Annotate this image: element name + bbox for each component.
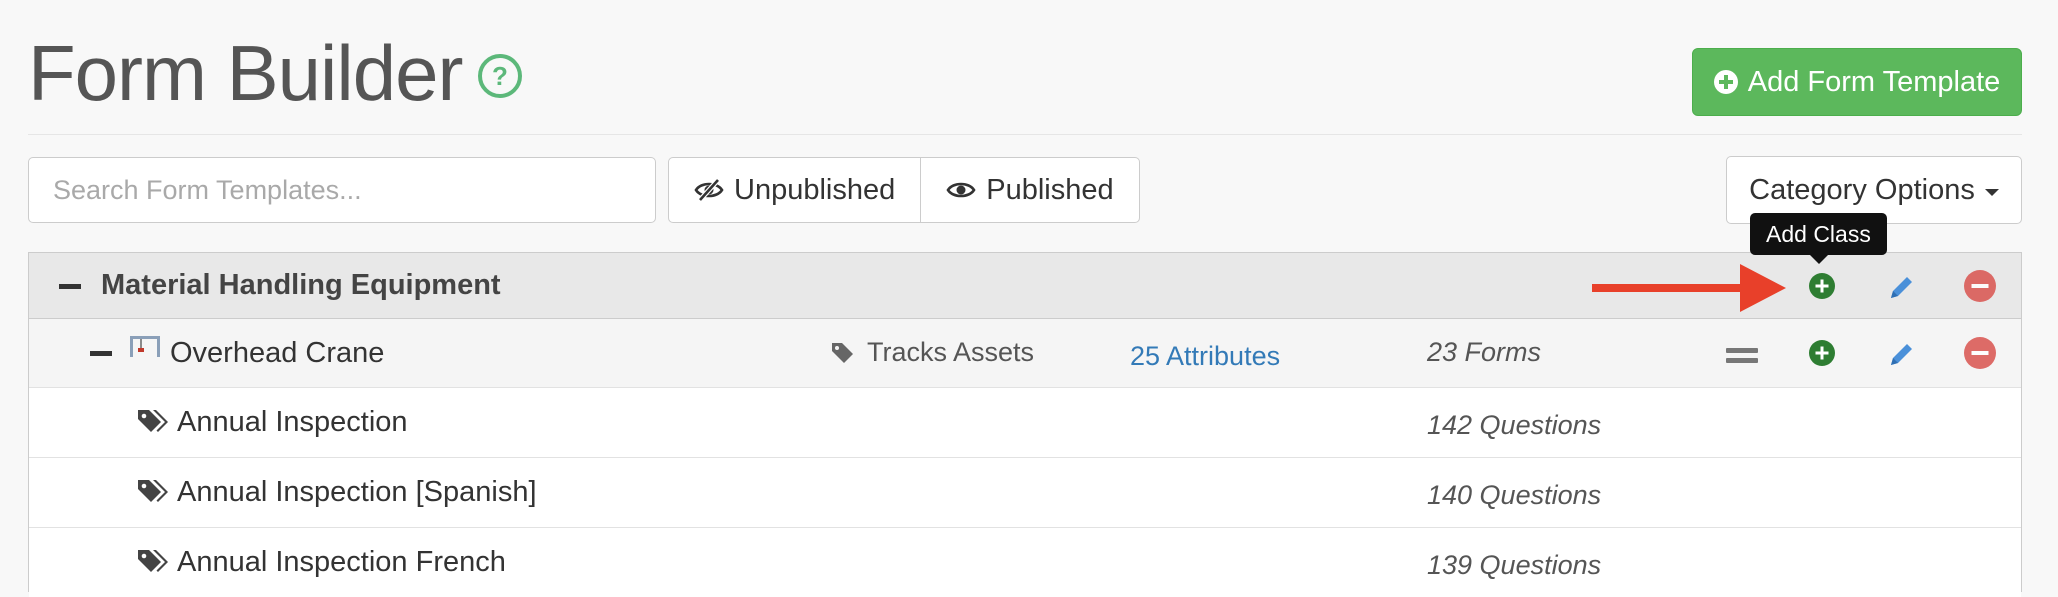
tooltip-arrow xyxy=(1810,255,1828,264)
class-row: Overhead Crane Tracks Assets 25 Attribut… xyxy=(29,319,2021,387)
pencil-icon[interactable] xyxy=(1887,272,1917,302)
drag-handle-icon[interactable] xyxy=(1726,348,1758,368)
tag-icon xyxy=(832,342,853,363)
filter-unpublished-label: Unpublished xyxy=(734,173,896,206)
publish-filter-group: Unpublished Published xyxy=(668,157,1140,223)
filter-published-button[interactable]: Published xyxy=(920,158,1138,222)
class-name: Overhead Crane xyxy=(170,337,385,369)
filter-unpublished-button[interactable]: Unpublished xyxy=(669,158,920,222)
plus-circle-icon xyxy=(1713,70,1738,94)
remove-class-icon[interactable] xyxy=(1964,337,1996,369)
caret-down-icon xyxy=(1984,188,1999,196)
tags-icon xyxy=(138,550,168,572)
remove-category-icon[interactable] xyxy=(1964,270,1996,302)
pencil-icon[interactable] xyxy=(1887,339,1917,369)
list-item[interactable]: Annual Inspection 142 Questions xyxy=(29,387,2021,457)
form-name: Annual Inspection [Spanish] xyxy=(177,476,537,508)
eye-icon xyxy=(946,179,976,201)
tracks-assets-badge: Tracks Assets xyxy=(831,337,1034,368)
header-divider xyxy=(28,134,2022,135)
attributes-link[interactable]: 25 Attributes xyxy=(1130,341,1280,372)
question-count: 139 Questions xyxy=(1427,550,1602,580)
page-title: Form Builder xyxy=(28,29,463,117)
forms-count: 23 Forms xyxy=(1427,337,1542,367)
collapse-category-icon[interactable] xyxy=(59,284,81,289)
collapse-class-icon[interactable] xyxy=(90,351,112,356)
question-count: 140 Questions xyxy=(1427,480,1602,510)
category-options-label: Category Options xyxy=(1749,173,1975,206)
form-name: Annual Inspection xyxy=(177,406,408,438)
list-item[interactable]: Annual Inspection [Spanish] 140 Question… xyxy=(29,457,2021,527)
question-count: 142 Questions xyxy=(1427,410,1602,440)
tags-icon xyxy=(138,480,168,502)
add-form-icon[interactable] xyxy=(1809,340,1835,366)
category-name: Material Handling Equipment xyxy=(101,269,501,301)
add-class-icon[interactable] xyxy=(1809,273,1835,299)
add-class-tooltip: Add Class xyxy=(1750,213,1887,255)
annotation-arrow-icon xyxy=(1592,264,1786,312)
filter-published-label: Published xyxy=(986,173,1114,206)
tracks-assets-label: Tracks Assets xyxy=(867,337,1035,367)
eye-slash-icon xyxy=(694,179,724,201)
search-input[interactable] xyxy=(28,157,656,223)
add-form-template-label: Add Form Template xyxy=(1747,65,2001,98)
crane-icon xyxy=(130,336,160,357)
list-item[interactable]: Annual Inspection French 139 Questions xyxy=(29,527,2021,597)
add-form-template-button[interactable]: Add Form Template xyxy=(1692,48,2022,116)
tags-icon xyxy=(138,410,168,432)
help-icon[interactable]: ? xyxy=(478,54,522,98)
form-name: Annual Inspection French xyxy=(177,546,506,578)
